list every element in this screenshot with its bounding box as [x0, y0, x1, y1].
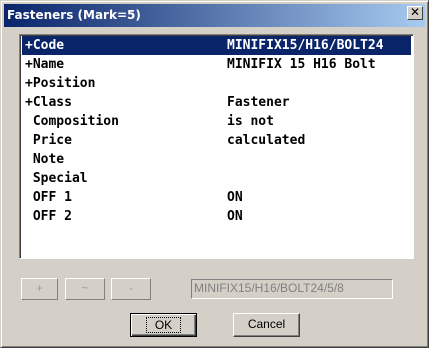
ok-label: OK: [145, 317, 182, 333]
properties-list[interactable]: +Code MINIFIX15/H16/BOLT24 +Name MINIFIX…: [19, 34, 414, 259]
property-field: +Position: [25, 76, 96, 91]
property-row-note[interactable]: Note: [22, 150, 411, 169]
property-row-off-2[interactable]: OFF 2 ON: [22, 207, 411, 226]
ok-button[interactable]: OK: [130, 313, 197, 337]
path-field[interactable]: MINIFIX15/H16/BOLT24/5/8: [191, 279, 393, 299]
property-row-special[interactable]: Special: [22, 169, 411, 188]
add-button[interactable]: +: [21, 278, 58, 300]
cancel-button[interactable]: Cancel: [233, 313, 300, 337]
property-field: Special: [25, 171, 88, 186]
property-row-code[interactable]: +Code MINIFIX15/H16/BOLT24: [22, 36, 411, 55]
property-value: calculated: [227, 133, 306, 148]
property-field: +Class: [25, 95, 72, 110]
property-value: is not: [227, 114, 274, 129]
property-row-off-1[interactable]: OFF 1 ON: [22, 188, 411, 207]
property-field: OFF 2: [25, 209, 72, 224]
property-row-class[interactable]: +Class Fastener: [22, 93, 411, 112]
property-field: Composition: [25, 114, 119, 129]
property-field: Price: [25, 133, 72, 148]
property-field: +Name: [25, 57, 65, 72]
property-field: +Code: [25, 38, 65, 53]
property-row-position[interactable]: +Position: [22, 74, 411, 93]
modify-button[interactable]: ~: [65, 278, 105, 300]
property-value: Fastener: [227, 95, 290, 110]
property-row-composition[interactable]: Composition is not: [22, 112, 411, 131]
remove-button[interactable]: -: [111, 278, 151, 300]
property-row-price[interactable]: Price calculated: [22, 131, 411, 150]
title-bar[interactable]: Fasteners (Mark=5) ✕: [4, 4, 425, 27]
close-icon: ✕: [409, 5, 421, 19]
close-button[interactable]: ✕: [407, 6, 423, 20]
property-value: ON: [227, 190, 243, 205]
property-value: MINIFIX 15 H16 Bolt: [227, 57, 376, 72]
property-row-name[interactable]: +Name MINIFIX 15 H16 Bolt: [22, 55, 411, 74]
property-field: OFF 1: [25, 190, 72, 205]
property-value: MINIFIX15/H16/BOLT24: [227, 38, 384, 53]
fasteners-dialog: Fasteners (Mark=5) ✕ +Code MINIFIX15/H16…: [0, 0, 429, 348]
property-field: Note: [25, 152, 65, 167]
property-value: ON: [227, 209, 243, 224]
window-title: Fasteners (Mark=5): [7, 8, 141, 22]
